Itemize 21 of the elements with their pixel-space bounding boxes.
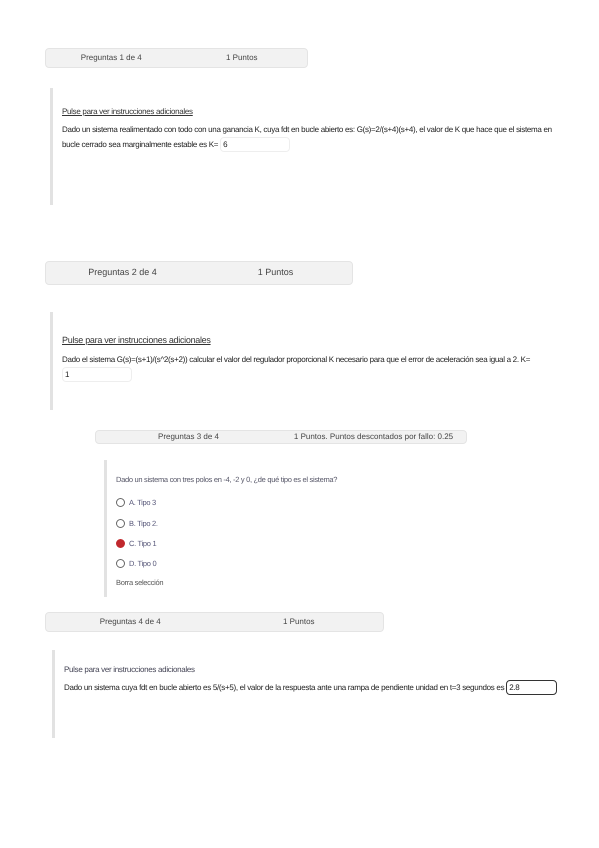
instructions-link[interactable]: Pulse para ver instrucciones adicionales	[62, 334, 211, 348]
points-label: 1 Puntos	[256, 266, 294, 280]
question-text: Dado un sistema cuya fdt en bucle abierto es 5/(s+5), el valor de la respuesta ante una rampa de pendiente unidad en t=3 segundos es 2.8	[64, 680, 578, 696]
radio-button[interactable]	[116, 559, 125, 568]
question-number: Preguntas 3 de 4	[157, 431, 220, 443]
question-number: Preguntas 4 de 4	[98, 616, 162, 628]
points-label: 1 Puntos. Puntos descontados por fallo: 0.25	[292, 431, 454, 443]
radio-button[interactable]	[116, 538, 125, 548]
points-label: 1 Puntos	[224, 52, 259, 64]
question-number: Preguntas 1 de 4	[80, 52, 143, 64]
instructions-link[interactable]: Pulse para ver instrucciones adicionales	[64, 664, 195, 676]
radio-button[interactable]	[116, 518, 125, 528]
answer-field[interactable]: 2.8	[506, 680, 558, 696]
radio-button[interactable]	[116, 498, 125, 508]
answer-field[interactable]: 6	[220, 137, 290, 152]
answer-field[interactable]: 1	[62, 366, 132, 382]
question-text: Dado un sistema realimentado con todo con una ganancia K, cuya fdt en bucle abierto es: G(s)=2/(s+4)(s+4), el valor de K que hace que el sistema en bucle cerrado sea marginalmente estable es K= 6	[62, 122, 566, 152]
question-number: Preguntas 2 de 4	[87, 266, 158, 280]
points-label: 1 Puntos	[282, 616, 316, 628]
instructions-link[interactable]: Pulse para ver instrucciones adicionales	[62, 106, 193, 118]
question-text: Dado el sistema G(s)=(s+1)/(s^2(s+2)) calcular el valor del regulador proporcional K necesario para que el error de aceleración sea igual a 2. K= 1	[62, 352, 576, 382]
